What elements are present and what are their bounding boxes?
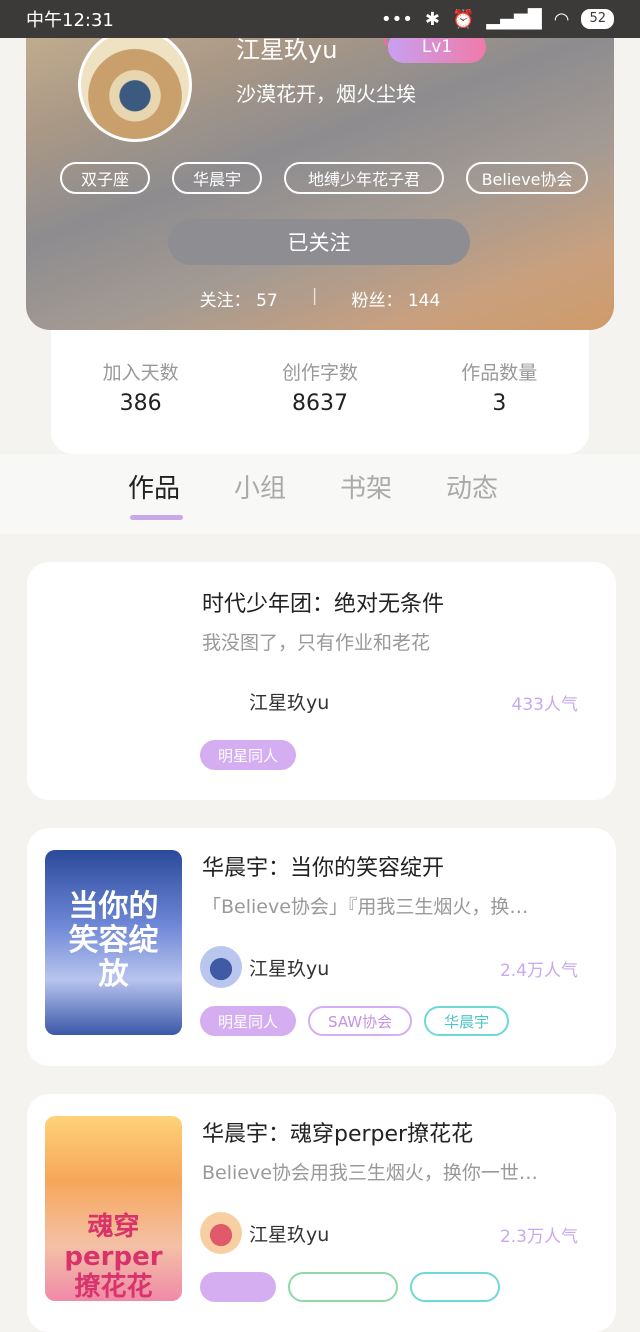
status-bar: 中午12:31 ••• ✱ ⏰ ▂▄▆█ ◠ 52 (0, 0, 640, 38)
author-name[interactable]: 江星玖yu (249, 688, 329, 715)
following-count: 57 (256, 291, 278, 311)
work-title: 华晨宇：魂穿perper撩花花 (202, 1122, 474, 1147)
author-name[interactable]: 江星玖yu (249, 1220, 329, 1247)
work-tags: 明星同人 (200, 740, 297, 770)
tab-groups[interactable]: 小组 (234, 468, 286, 505)
battery-icon: 52 (581, 9, 614, 29)
follow-button[interactable]: 已关注 (168, 219, 470, 265)
tab-bookshelf[interactable]: 书架 (340, 468, 392, 505)
author-avatar[interactable] (200, 1212, 242, 1254)
follow-stats: 关注： 57 | 粉丝： 144 (26, 286, 614, 311)
work-title: 华晨宇：当你的笑容绽开 (202, 856, 445, 881)
stat-value: 386 (119, 391, 162, 416)
bluetooth-icon: ✱ (424, 8, 440, 30)
stat-label: 作品数量 (461, 362, 538, 384)
stats-divider: | (311, 286, 318, 306)
stat-value: 8637 (291, 391, 348, 416)
work-tag[interactable] (288, 1272, 398, 1302)
work-tag[interactable]: SAW协会 (308, 1006, 413, 1036)
signal-icon: ▂▄▆█ (486, 8, 542, 30)
profile-header: 江星玖yu ♀ Lv1 沙漠花开，烟火尘埃 双子座 华晨宇 地缚少年花子君 Be… (26, 0, 614, 330)
work-tags (200, 1272, 500, 1302)
work-tag[interactable]: 明星同人 (200, 1006, 297, 1036)
profile-tag[interactable]: 双子座 (60, 162, 150, 194)
alarm-icon: ⏰ (451, 8, 475, 30)
profile-tag[interactable]: 华晨宇 (172, 162, 262, 194)
work-tag[interactable]: 华晨宇 (424, 1006, 510, 1036)
work-tag[interactable]: 明星同人 (200, 740, 297, 770)
work-description: 「Believe协会」『用我三生烟火，换… (202, 896, 529, 918)
work-cover[interactable]: 当你的笑容绽放 (45, 850, 182, 1035)
stat-join-days: 加入天数 386 (66, 358, 216, 416)
wifi-icon: ◠ (553, 8, 570, 30)
avatar[interactable] (78, 28, 192, 142)
profile-tag[interactable]: 地缚少年花子君 (284, 162, 444, 194)
status-time: 中午12:31 (26, 10, 114, 31)
tab-works[interactable]: 作品 (128, 468, 180, 505)
stat-work-count: 作品数量 3 (424, 358, 574, 416)
work-card[interactable]: 魂穿perper撩花花 华晨宇：魂穿perper撩花花 Believe协会用我三… (27, 1094, 616, 1332)
popularity-count: 433人气 (511, 695, 578, 715)
more-dots-icon: ••• (380, 8, 413, 30)
popularity-count: 2.4万人气 (499, 961, 578, 981)
profile-tags: 双子座 华晨宇 地缚少年花子君 Believe协会 (60, 162, 588, 194)
author-name[interactable]: 江星玖yu (249, 954, 329, 981)
following-label: 关注： (199, 291, 251, 311)
cover-title: 当你的笑容绽放 (68, 889, 159, 992)
work-tag[interactable] (410, 1272, 500, 1302)
work-description: Believe协会用我三生烟火，换你一世… (202, 1162, 538, 1184)
work-title: 时代少年团：绝对无条件 (202, 592, 445, 617)
work-cover[interactable]: 魂穿perper撩花花 (45, 1116, 182, 1301)
profile-tag[interactable]: Believe协会 (466, 162, 588, 194)
fans-label: 粉丝： (351, 291, 403, 311)
stat-word-count: 创作字数 8637 (245, 358, 395, 416)
active-tab-indicator (130, 515, 183, 520)
stats-card: 加入天数 386 创作字数 8637 作品数量 3 (51, 330, 589, 454)
status-icons: ••• ✱ ⏰ ▂▄▆█ ◠ 52 (381, 9, 614, 30)
work-description: 我没图了，只有作业和老花 (202, 632, 431, 654)
following-stat[interactable]: 关注： 57 (200, 286, 278, 311)
stat-label: 创作字数 (281, 362, 358, 384)
tab-activity[interactable]: 动态 (446, 468, 498, 505)
stat-label: 加入天数 (102, 362, 179, 384)
cover-title: 魂穿perper撩花花 (64, 1212, 163, 1301)
tab-bar: 作品 小组 书架 动态 (128, 468, 498, 505)
popularity-count: 2.3万人气 (499, 1227, 578, 1247)
profile-motto: 沙漠花开，烟火尘埃 (236, 82, 416, 106)
work-card[interactable]: 当你的笑容绽放 华晨宇：当你的笑容绽开 「Believe协会」『用我三生烟火，换… (27, 828, 616, 1066)
work-tags: 明星同人 SAW协会 华晨宇 (200, 1006, 510, 1036)
work-card[interactable]: 时代少年团：绝对无条件 我没图了，只有作业和老花 江星玖yu 433人气 明星同… (27, 562, 616, 800)
fans-stat[interactable]: 粉丝： 144 (351, 286, 440, 311)
author-avatar[interactable] (200, 946, 242, 988)
work-tag[interactable] (200, 1272, 276, 1302)
fans-count: 144 (407, 291, 441, 311)
stat-value: 3 (492, 391, 507, 416)
